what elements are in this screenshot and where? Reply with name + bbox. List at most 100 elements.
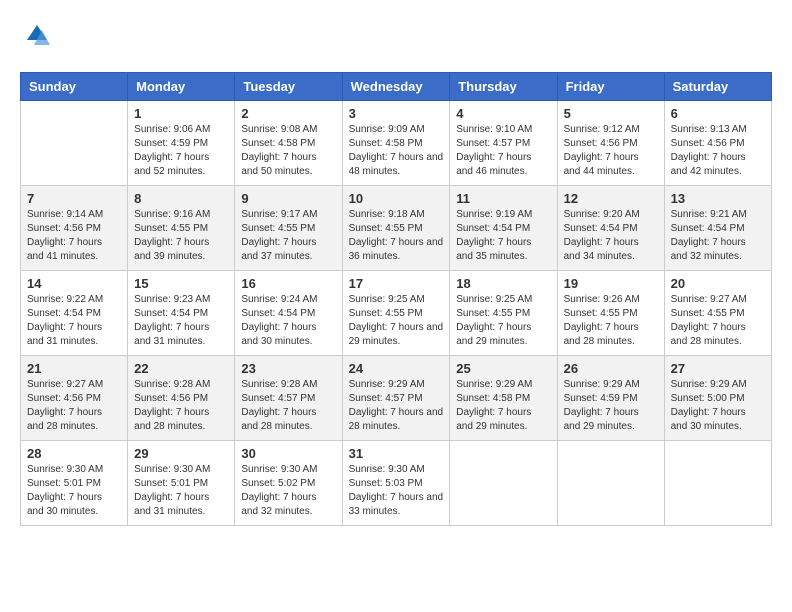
- day-info: Sunrise: 9:30 AMSunset: 5:03 PMDaylight:…: [349, 463, 444, 519]
- day-info: Sunrise: 9:30 AMSunset: 5:02 PMDaylight:…: [241, 463, 335, 519]
- day-info: Sunrise: 9:27 AMSunset: 4:55 PMDaylight:…: [671, 293, 765, 349]
- calendar-cell: 13 Sunrise: 9:21 AMSunset: 4:54 PMDayligh…: [664, 185, 771, 270]
- day-number: 9: [241, 191, 335, 206]
- day-number: 18: [456, 276, 550, 291]
- day-info: Sunrise: 9:25 AMSunset: 4:55 PMDaylight:…: [456, 293, 550, 349]
- weekday-header: Saturday: [664, 72, 771, 100]
- day-number: 7: [27, 191, 121, 206]
- day-info: Sunrise: 9:12 AMSunset: 4:56 PMDaylight:…: [564, 123, 658, 179]
- calendar-cell: [557, 440, 664, 525]
- day-info: Sunrise: 9:19 AMSunset: 4:54 PMDaylight:…: [456, 208, 550, 264]
- calendar-cell: 21 Sunrise: 9:27 AMSunset: 4:56 PMDayligh…: [21, 355, 128, 440]
- day-number: 16: [241, 276, 335, 291]
- day-info: Sunrise: 9:20 AMSunset: 4:54 PMDaylight:…: [564, 208, 658, 264]
- calendar-week-row: 28 Sunrise: 9:30 AMSunset: 5:01 PMDayligh…: [21, 440, 772, 525]
- page-header: [20, 20, 772, 56]
- weekday-header: Friday: [557, 72, 664, 100]
- day-number: 31: [349, 446, 444, 461]
- day-info: Sunrise: 9:26 AMSunset: 4:55 PMDaylight:…: [564, 293, 658, 349]
- day-number: 10: [349, 191, 444, 206]
- day-number: 20: [671, 276, 765, 291]
- calendar-cell: 5 Sunrise: 9:12 AMSunset: 4:56 PMDaylight…: [557, 100, 664, 185]
- day-info: Sunrise: 9:22 AMSunset: 4:54 PMDaylight:…: [27, 293, 121, 349]
- day-number: 17: [349, 276, 444, 291]
- weekday-header: Wednesday: [342, 72, 450, 100]
- day-info: Sunrise: 9:28 AMSunset: 4:57 PMDaylight:…: [241, 378, 335, 434]
- day-info: Sunrise: 9:28 AMSunset: 4:56 PMDaylight:…: [134, 378, 228, 434]
- day-info: Sunrise: 9:29 AMSunset: 5:00 PMDaylight:…: [671, 378, 765, 434]
- calendar-cell: 1 Sunrise: 9:06 AMSunset: 4:59 PMDaylight…: [128, 100, 235, 185]
- day-info: Sunrise: 9:10 AMSunset: 4:57 PMDaylight:…: [456, 123, 550, 179]
- day-info: Sunrise: 9:27 AMSunset: 4:56 PMDaylight:…: [27, 378, 121, 434]
- day-info: Sunrise: 9:21 AMSunset: 4:54 PMDaylight:…: [671, 208, 765, 264]
- day-info: Sunrise: 9:18 AMSunset: 4:55 PMDaylight:…: [349, 208, 444, 264]
- calendar-table: SundayMondayTuesdayWednesdayThursdayFrid…: [20, 72, 772, 526]
- calendar-cell: 16Sunrise: 9:24 AMSunset: 4:54 PMDayligh…: [235, 270, 342, 355]
- calendar-cell: 22 Sunrise: 9:28 AMSunset: 4:56 PMDayligh…: [128, 355, 235, 440]
- calendar-cell: 10 Sunrise: 9:18 AMSunset: 4:55 PMDayligh…: [342, 185, 450, 270]
- day-number: 14: [27, 276, 121, 291]
- calendar-cell: 3 Sunrise: 9:09 AMSunset: 4:58 PMDaylight…: [342, 100, 450, 185]
- calendar-cell: 19 Sunrise: 9:26 AMSunset: 4:55 PMDayligh…: [557, 270, 664, 355]
- calendar-cell: 31 Sunrise: 9:30 AMSunset: 5:03 PMDayligh…: [342, 440, 450, 525]
- day-info: Sunrise: 9:25 AMSunset: 4:55 PMDaylight:…: [349, 293, 444, 349]
- day-number: 8: [134, 191, 228, 206]
- day-number: 19: [564, 276, 658, 291]
- day-info: Sunrise: 9:29 AMSunset: 4:59 PMDaylight:…: [564, 378, 658, 434]
- calendar-cell: 8 Sunrise: 9:16 AMSunset: 4:55 PMDaylight…: [128, 185, 235, 270]
- calendar-week-row: 7 Sunrise: 9:14 AMSunset: 4:56 PMDaylight…: [21, 185, 772, 270]
- day-number: 29: [134, 446, 228, 461]
- day-info: Sunrise: 9:30 AMSunset: 5:01 PMDaylight:…: [134, 463, 228, 519]
- day-number: 13: [671, 191, 765, 206]
- day-info: Sunrise: 9:14 AMSunset: 4:56 PMDaylight:…: [27, 208, 121, 264]
- calendar-cell: [450, 440, 557, 525]
- day-info: Sunrise: 9:13 AMSunset: 4:56 PMDaylight:…: [671, 123, 765, 179]
- calendar-cell: 18 Sunrise: 9:25 AMSunset: 4:55 PMDayligh…: [450, 270, 557, 355]
- day-info: Sunrise: 9:23 AMSunset: 4:54 PMDaylight:…: [134, 293, 228, 349]
- day-info: Sunrise: 9:30 AMSunset: 5:01 PMDaylight:…: [27, 463, 121, 519]
- weekday-header: Tuesday: [235, 72, 342, 100]
- calendar-week-row: 14 Sunrise: 9:22 AMSunset: 4:54 PMDayligh…: [21, 270, 772, 355]
- calendar-cell: 23 Sunrise: 9:28 AMSunset: 4:57 PMDayligh…: [235, 355, 342, 440]
- calendar-cell: 27Sunrise: 9:29 AMSunset: 5:00 PMDayligh…: [664, 355, 771, 440]
- logo-icon: [22, 20, 52, 50]
- day-info: Sunrise: 9:29 AMSunset: 4:57 PMDaylight:…: [349, 378, 444, 434]
- calendar-cell: 4 Sunrise: 9:10 AMSunset: 4:57 PMDaylight…: [450, 100, 557, 185]
- calendar-cell: 25Sunrise: 9:29 AMSunset: 4:58 PMDayligh…: [450, 355, 557, 440]
- day-info: Sunrise: 9:09 AMSunset: 4:58 PMDaylight:…: [349, 123, 444, 179]
- calendar-cell: 26 Sunrise: 9:29 AMSunset: 4:59 PMDayligh…: [557, 355, 664, 440]
- day-number: 24: [349, 361, 444, 376]
- calendar-cell: 30Sunrise: 9:30 AMSunset: 5:02 PMDayligh…: [235, 440, 342, 525]
- calendar-header-row: SundayMondayTuesdayWednesdayThursdayFrid…: [21, 72, 772, 100]
- calendar-week-row: 21 Sunrise: 9:27 AMSunset: 4:56 PMDayligh…: [21, 355, 772, 440]
- calendar-week-row: 1 Sunrise: 9:06 AMSunset: 4:59 PMDaylight…: [21, 100, 772, 185]
- calendar-cell: 6 Sunrise: 9:13 AMSunset: 4:56 PMDaylight…: [664, 100, 771, 185]
- day-number: 3: [349, 106, 444, 121]
- calendar-cell: 29 Sunrise: 9:30 AMSunset: 5:01 PMDayligh…: [128, 440, 235, 525]
- calendar-cell: 15Sunrise: 9:23 AMSunset: 4:54 PMDayligh…: [128, 270, 235, 355]
- day-number: 26: [564, 361, 658, 376]
- day-number: 22: [134, 361, 228, 376]
- day-number: 11: [456, 191, 550, 206]
- weekday-header: Sunday: [21, 72, 128, 100]
- weekday-header: Monday: [128, 72, 235, 100]
- day-info: Sunrise: 9:06 AMSunset: 4:59 PMDaylight:…: [134, 123, 228, 179]
- calendar-cell: 12 Sunrise: 9:20 AMSunset: 4:54 PMDayligh…: [557, 185, 664, 270]
- day-number: 21: [27, 361, 121, 376]
- day-info: Sunrise: 9:29 AMSunset: 4:58 PMDaylight:…: [456, 378, 550, 434]
- day-number: 4: [456, 106, 550, 121]
- day-info: Sunrise: 9:16 AMSunset: 4:55 PMDaylight:…: [134, 208, 228, 264]
- day-number: 23: [241, 361, 335, 376]
- day-number: 2: [241, 106, 335, 121]
- calendar-cell: 20 Sunrise: 9:27 AMSunset: 4:55 PMDayligh…: [664, 270, 771, 355]
- calendar-cell: [21, 100, 128, 185]
- day-number: 28: [27, 446, 121, 461]
- day-info: Sunrise: 9:08 AMSunset: 4:58 PMDaylight:…: [241, 123, 335, 179]
- weekday-header: Thursday: [450, 72, 557, 100]
- day-number: 12: [564, 191, 658, 206]
- calendar-cell: 7 Sunrise: 9:14 AMSunset: 4:56 PMDaylight…: [21, 185, 128, 270]
- day-number: 6: [671, 106, 765, 121]
- day-number: 5: [564, 106, 658, 121]
- day-number: 1: [134, 106, 228, 121]
- calendar-cell: 28 Sunrise: 9:30 AMSunset: 5:01 PMDayligh…: [21, 440, 128, 525]
